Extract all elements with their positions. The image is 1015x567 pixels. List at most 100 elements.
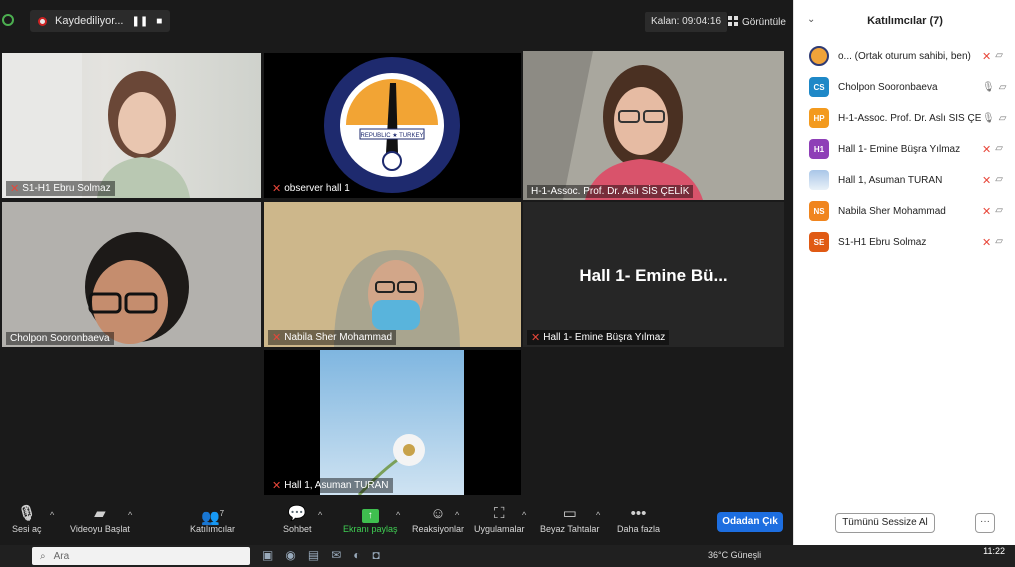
grid-icon xyxy=(728,15,738,29)
audio-options-caret[interactable]: ^ xyxy=(50,510,54,520)
participant-name-display: Hall 1- Emine Bü... xyxy=(579,266,728,285)
participant-video-ebru xyxy=(2,53,190,198)
participant-status-icons: ✕ ▱ xyxy=(982,205,1015,218)
pause-recording-button[interactable]: ❚❚ xyxy=(131,16,148,27)
avatar: HP xyxy=(809,108,829,128)
weather-widget[interactable]: 36°C Güneşli xyxy=(708,550,761,560)
participant-row[interactable]: o... (Ortak oturum sahibi, ben) ✕ ▱ xyxy=(809,45,1015,67)
video-tile-ebru[interactable]: ✕ S1-H1 Ebru Solmaz xyxy=(2,53,261,198)
whiteboards-button[interactable]: ▭ Beyaz Tahtalar xyxy=(540,504,599,534)
recording-label: Kaydediliyor... xyxy=(55,15,124,27)
participant-video-cholpon xyxy=(2,202,261,347)
more-icon: ••• xyxy=(630,505,647,522)
svg-text:REPUBLIC ★ TURKEY: REPUBLIC ★ TURKEY xyxy=(361,132,424,139)
task-view-icon[interactable]: ▣ xyxy=(262,548,273,562)
share-screen-button[interactable]: ↑ Ekranı paylaş xyxy=(343,504,398,534)
video-tile-emine[interactable]: Hall 1- Emine Bü... ✕ Hall 1- Emine Büşr… xyxy=(523,202,784,347)
mic-icon[interactable]: 🎙 xyxy=(982,82,995,93)
participants-icon: 👥7 xyxy=(200,509,225,526)
video-off-icon: ▱ xyxy=(995,49,1003,61)
remaining-time: Kalan: 09:04:16 xyxy=(645,12,728,32)
participant-status-icons: ✕ ▱ xyxy=(982,50,1015,63)
video-off-icon: ▱ xyxy=(995,173,1003,185)
video-tile-observer[interactable]: REPUBLIC ★ TURKEY ✕ observer hall 1 xyxy=(264,53,521,198)
participant-name: Hall 1, Asuman TURAN xyxy=(838,174,943,186)
avatar: H1 xyxy=(809,139,829,159)
avatar: SE xyxy=(809,232,829,252)
participant-row[interactable]: NS Nabila Sher Mohammad ✕ ▱ xyxy=(809,200,1015,222)
meeting-area: Kaydediliyor... ❚❚ ■ Kalan: 09:04:16 Gör… xyxy=(0,0,793,545)
zoom-app-icon[interactable]: ◘ xyxy=(372,548,379,562)
participant-status-icons: ✕ ▱ xyxy=(982,236,1015,249)
zoom-window: Kaydediliyor... ❚❚ ■ Kalan: 09:04:16 Gör… xyxy=(0,0,1015,567)
video-tile-nabila[interactable]: ✕ Nabila Sher Mohammad xyxy=(264,202,521,347)
mic-muted-icon: ✕ xyxy=(272,183,282,195)
participants-button[interactable]: 👥7 Katılımcılar xyxy=(190,504,235,534)
taskbar-search[interactable]: ⌕ Ara xyxy=(32,547,250,565)
video-tile-cholpon[interactable]: Cholpon Sooronbaeva xyxy=(2,202,261,347)
participant-row[interactable]: H1 Hall 1- Emine Büşra Yılmaz ✕ ▱ xyxy=(809,138,1015,160)
mic-muted-icon[interactable]: ✕ xyxy=(982,205,991,218)
video-off-icon: ▱ xyxy=(995,142,1003,154)
video-off-icon: ▱ xyxy=(995,235,1003,247)
video-off-icon: ▱ xyxy=(998,112,1007,124)
participant-name: H-1-Assoc. Prof. Dr. Aslı SİS ÇELİK xyxy=(838,112,982,124)
video-tile-asuman[interactable]: ✕ Hall 1, Asuman TURAN xyxy=(264,350,521,495)
video-options-caret[interactable]: ^ xyxy=(128,510,132,520)
stop-recording-button[interactable]: ■ xyxy=(156,16,162,27)
whiteboards-options-caret[interactable]: ^ xyxy=(596,510,600,520)
tile-label: H-1-Assoc. Prof. Dr. Aslı SİS ÇELİK xyxy=(527,185,694,198)
meeting-toolbar: 🎙 Sesi aç ^ ▰ Videoyu Başlat ^ 👥7 Katılı… xyxy=(0,500,793,545)
video-off-icon: ▱ xyxy=(998,81,1007,93)
panel-title: Katılımcılar (7) xyxy=(867,15,943,27)
start-video-button[interactable]: ▰ Videoyu Başlat xyxy=(70,504,130,534)
participant-row[interactable]: HP H-1-Assoc. Prof. Dr. Aslı SİS ÇELİK 🎙 ▱ xyxy=(809,107,1015,129)
mic-muted-icon[interactable]: ✕ xyxy=(982,236,991,249)
mic-muted-icon: ✕ xyxy=(10,183,20,195)
mic-muted-icon[interactable]: ✕ xyxy=(982,143,991,156)
chat-icon: 💬 xyxy=(287,505,307,522)
mail-icon[interactable]: ✉ xyxy=(331,548,341,562)
share-options-caret[interactable]: ^ xyxy=(396,510,400,520)
mic-muted-icon: ✕ xyxy=(272,332,282,344)
view-button[interactable]: Görüntüle xyxy=(722,12,792,32)
apps-options-caret[interactable]: ^ xyxy=(522,510,526,520)
chat-button[interactable]: 💬 Sohbet xyxy=(283,504,312,534)
mic-muted-icon[interactable]: ✕ xyxy=(982,50,991,63)
mic-icon[interactable]: 🎙 xyxy=(982,113,995,124)
unmute-button[interactable]: 🎙 Sesi aç xyxy=(12,504,42,534)
participant-status-icons: 🎙 ▱ xyxy=(982,113,1015,124)
participant-status-icons: ✕ ▱ xyxy=(982,143,1015,156)
mic-muted-icon[interactable]: ✕ xyxy=(982,174,991,187)
share-screen-icon: ↑ xyxy=(343,504,398,524)
participant-row[interactable]: Hall 1, Asuman TURAN ✕ ▱ xyxy=(809,169,1015,191)
avatar xyxy=(809,46,829,66)
file-explorer-icon[interactable]: ▤ xyxy=(308,548,319,562)
taskbar-clock[interactable]: 11:22 xyxy=(955,546,1005,556)
participant-row[interactable]: SE S1-H1 Ebru Solmaz ✕ ▱ xyxy=(809,231,1015,253)
mic-muted-icon: 🎙 xyxy=(17,505,37,522)
meeting-top-bar: Kaydediliyor... ❚❚ ■ Kalan: 09:04:16 Gör… xyxy=(0,0,793,40)
mic-muted-icon: ✕ xyxy=(272,480,282,492)
chat-options-caret[interactable]: ^ xyxy=(318,510,322,520)
record-icon xyxy=(38,16,47,26)
panel-more-button[interactable]: ··· xyxy=(975,513,995,533)
mic-muted-icon: ✕ xyxy=(531,332,541,344)
participant-row[interactable]: CS Cholpon Sooronbaeva 🎙 ▱ xyxy=(809,76,1015,98)
search-placeholder: Ara xyxy=(53,550,70,562)
chrome-icon[interactable]: ◉ xyxy=(285,548,295,562)
whiteboard-icon: ▭ xyxy=(562,505,577,522)
participant-name: S1-H1 Ebru Solmaz xyxy=(838,236,927,248)
avatar: CS xyxy=(809,77,829,97)
participants-panel: ⌄ Katılımcılar (7) o... (Ortak oturum sa… xyxy=(793,0,1015,545)
more-button[interactable]: ••• Daha fazla xyxy=(617,504,660,534)
apps-button[interactable]: ⛶ Uygulamalar xyxy=(474,504,525,534)
tile-label: ✕ Hall 1- Emine Büşra Yılmaz xyxy=(527,330,670,345)
mute-all-button[interactable]: Tümünü Sessize Al xyxy=(835,513,935,533)
edge-icon[interactable]: ◐ xyxy=(353,548,360,562)
video-tile-asli[interactable]: H-1-Assoc. Prof. Dr. Aslı SİS ÇELİK xyxy=(523,51,784,200)
reactions-options-caret[interactable]: ^ xyxy=(455,510,459,520)
security-shield-icon[interactable] xyxy=(2,14,14,26)
leave-meeting-button[interactable]: Odadan Çık xyxy=(717,512,783,532)
institute-logo: REPUBLIC ★ TURKEY xyxy=(324,57,460,193)
